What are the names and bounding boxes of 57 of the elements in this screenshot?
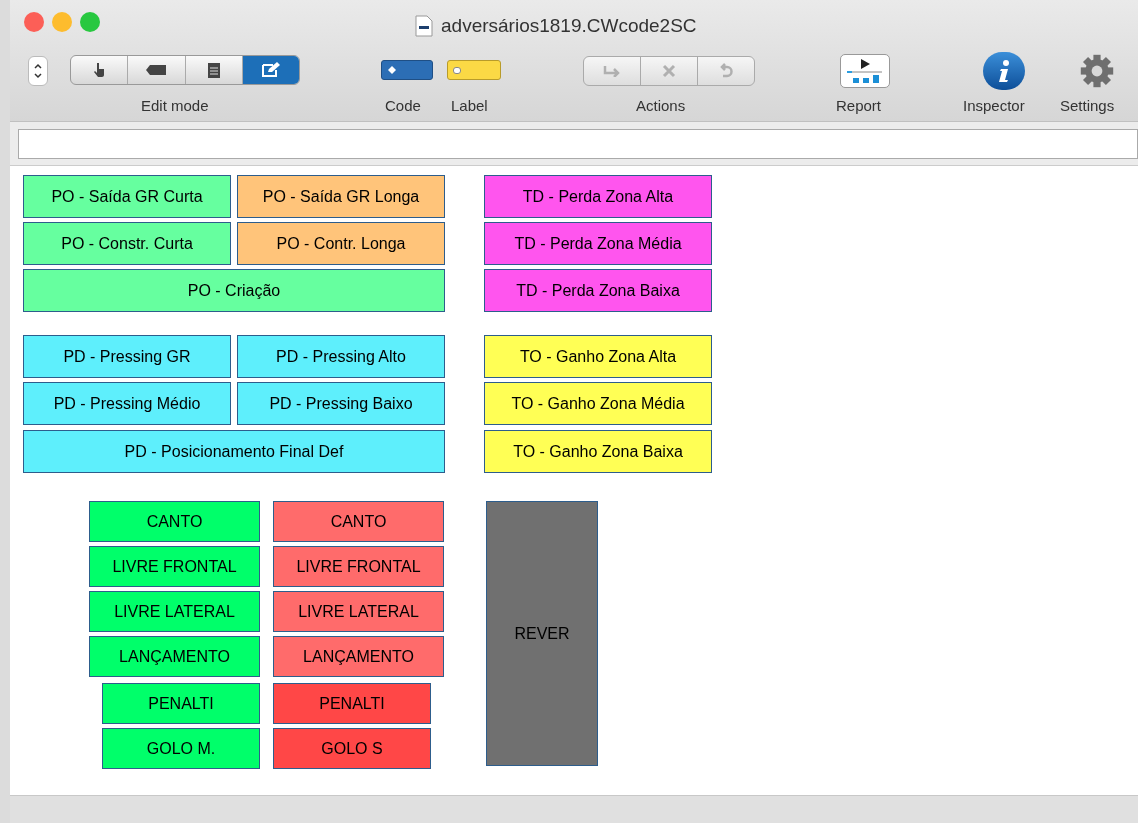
toolbar-label: Label <box>451 96 488 116</box>
canvas-button[interactable]: LIVRE LATERAL <box>89 591 260 632</box>
canvas-button[interactable]: PENALTI <box>102 683 260 724</box>
canvas-button[interactable]: TO - Ganho Zona Baixa <box>484 430 712 473</box>
undo-icon <box>718 63 734 79</box>
canvas-button[interactable]: LIVRE LATERAL <box>273 591 444 632</box>
stepper[interactable] <box>28 56 48 86</box>
canvas-button[interactable]: PO - Saída GR Curta <box>23 175 231 218</box>
report-icon <box>846 58 884 84</box>
canvas-button[interactable]: CANTO <box>273 501 444 542</box>
canvas-button[interactable]: PD - Pressing GR <box>23 335 231 378</box>
canvas-button[interactable]: TD - Perda Zona Baixa <box>484 269 712 312</box>
canvas-button[interactable]: TD - Perda Zona Média <box>484 222 712 265</box>
document-icon <box>207 62 220 78</box>
canvas-button[interactable]: LANÇAMENTO <box>89 636 260 677</box>
canvas-button[interactable]: REVER <box>486 501 598 766</box>
tag-icon <box>145 64 168 76</box>
zoom-button[interactable] <box>80 12 100 32</box>
canvas-button[interactable]: GOLO S <box>273 728 431 769</box>
toolbar-label: Code <box>385 96 421 116</box>
canvas-button[interactable]: PO - Constr. Curta <box>23 222 231 265</box>
toolbar-label: Actions <box>636 96 686 116</box>
diamond-icon <box>388 66 396 74</box>
canvas-button[interactable]: PO - Saída GR Longa <box>237 175 445 218</box>
inspector-button[interactable] <box>983 52 1025 90</box>
document-icon <box>415 15 433 38</box>
canvas-button[interactable]: CANTO <box>89 501 260 542</box>
canvas-button[interactable]: LIVRE FRONTAL <box>273 546 444 587</box>
canvas-button[interactable]: PO - Contr. Longa <box>237 222 445 265</box>
input-field[interactable] <box>18 128 1138 159</box>
canvas-button[interactable]: PD - Pressing Alto <box>237 335 445 378</box>
toolbar-label: Inspector <box>963 96 1025 116</box>
mode-segment[interactable] <box>241 56 299 84</box>
info-icon <box>997 59 1011 83</box>
close-icon <box>662 64 676 78</box>
canvas-button[interactable]: PD - Pressing Baixo <box>237 382 445 425</box>
up-down-icon <box>33 62 43 80</box>
canvas-button[interactable]: PO - Criação <box>23 269 445 312</box>
report-button[interactable] <box>840 54 890 88</box>
canvas-button[interactable]: TO - Ganho Zona Alta <box>484 335 712 378</box>
canvas-button[interactable]: LANÇAMENTO <box>273 636 444 677</box>
canvas-button[interactable]: TO - Ganho Zona Média <box>484 382 712 425</box>
redirect-icon <box>603 65 621 77</box>
canvas-button[interactable]: GOLO M. <box>102 728 260 769</box>
close-button[interactable] <box>24 12 44 32</box>
canvas-button[interactable]: PENALTI <box>273 683 431 724</box>
toolbar-label: Edit mode <box>141 96 209 116</box>
toolbar-label: Settings <box>1060 96 1115 116</box>
canvas-button[interactable]: LIVRE FRONTAL <box>89 546 260 587</box>
edit-icon <box>260 62 281 78</box>
window-title: adversários1819.CWcode2SC <box>441 14 697 38</box>
canvas-button[interactable]: TD - Perda Zona Alta <box>484 175 712 218</box>
toolbar-label: Report <box>836 96 882 116</box>
canvas-button[interactable]: PD - Pressing Médio <box>23 382 231 425</box>
canvas-button[interactable]: PD - Posicionamento Final Def <box>23 430 445 473</box>
code-button[interactable] <box>381 60 433 80</box>
label-button[interactable] <box>447 60 501 80</box>
